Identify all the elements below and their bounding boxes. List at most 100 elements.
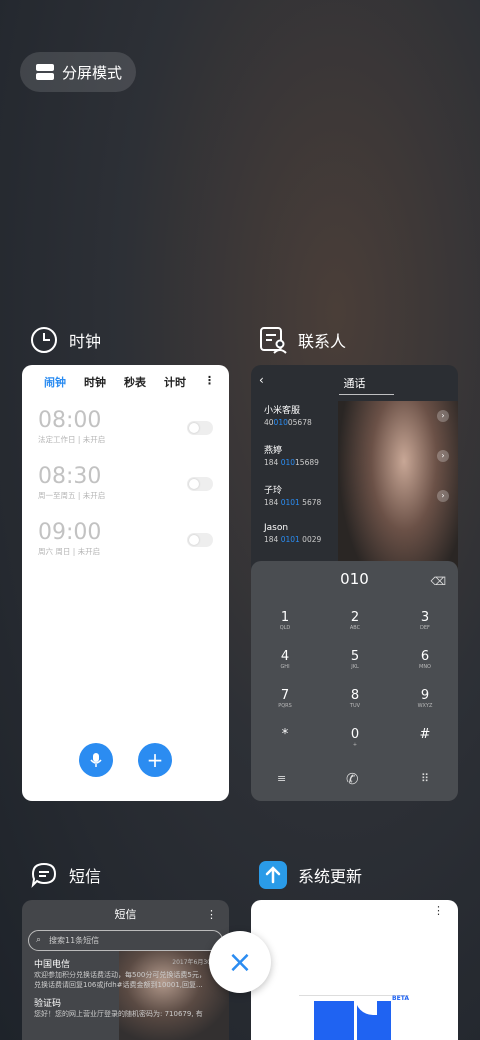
split-screen-label: 分屏模式	[62, 63, 123, 82]
dial-key[interactable]: *	[265, 728, 305, 742]
dial-key-digit: *	[281, 727, 289, 742]
dial-key[interactable]: 4 GHI	[265, 649, 305, 671]
dial-key[interactable]: 6 MNO	[405, 649, 445, 671]
app-header-update[interactable]: 系统更新	[258, 860, 362, 890]
dial-key[interactable]: 9 WXYZ	[405, 688, 445, 710]
chevron-right-icon[interactable]: ›	[437, 490, 449, 502]
number-part: 0029	[299, 535, 322, 544]
contacts-app-card[interactable]: ‹ 通话 小米客服 4001005678 › 燕婷 184 01015689 ›…	[251, 365, 458, 801]
number-part: 184	[264, 535, 281, 544]
call-icon[interactable]: ✆	[346, 770, 359, 788]
keypad-icon[interactable]: ⠿	[421, 772, 429, 785]
clock-app-card[interactable]: 闹钟 时钟 秒表 计时 ⋮ 08:00 法定工作日 | 未开启 08:30 周一…	[22, 365, 229, 801]
chevron-right-icon[interactable]: ›	[437, 410, 449, 422]
dial-key-digit: 9	[420, 688, 430, 703]
app-header-contacts[interactable]: 联系人	[258, 325, 346, 355]
dial-key[interactable]: 0 +	[335, 727, 375, 749]
search-placeholder: 搜索11条短信	[49, 936, 100, 945]
dialed-number: 010	[340, 570, 369, 588]
back-icon[interactable]: ‹	[259, 373, 264, 387]
clock-tabs: 闹钟 时钟 秒表 计时 ⋮	[22, 365, 229, 390]
plus-icon: +	[146, 748, 164, 772]
more-menu-icon[interactable]: ⋮	[433, 904, 444, 917]
more-menu-icon[interactable]: ⋮	[206, 900, 217, 930]
chevron-right-icon[interactable]: ›	[437, 450, 449, 462]
alarm-toggle[interactable]	[187, 477, 213, 491]
split-screen-button[interactable]: 分屏模式	[20, 52, 136, 92]
message-preview: 欢迎参加积分兑换话费活动，每500分可兑换话费5元，	[34, 971, 206, 979]
message-preview: 兑换话费请回复106或jfdh#话费金额到10001,回复...	[34, 981, 203, 989]
sms-app-card[interactable]: 短信 ⋮ ⌕ 搜索11条短信 中国电信 2017年6月30日 欢迎参加积分兑换话…	[22, 900, 229, 1040]
dial-key[interactable]: 2 ABC	[335, 611, 375, 632]
app-name-update: 系统更新	[298, 867, 363, 886]
message-item[interactable]: 验证码 您好！您的网上营业厅登录的随机密码为: 710679, 有	[22, 990, 229, 1019]
alarm-desc: 周六 周日 | 未开启	[38, 547, 101, 556]
contact-item[interactable]: 燕婷 184 01015689 ›	[251, 443, 458, 483]
sms-title: 短信	[114, 908, 137, 921]
backspace-icon[interactable]: ⌫	[430, 575, 446, 588]
number-part: 40	[264, 418, 274, 427]
more-menu-icon[interactable]: ⋮	[204, 374, 215, 390]
message-icon	[31, 862, 57, 888]
tab-stopwatch[interactable]: 秒表	[124, 374, 146, 390]
contact-item[interactable]: 子玲 184 0101 5678 ›	[251, 483, 458, 523]
close-icon: ×	[227, 944, 253, 980]
dial-key[interactable]: 3 DEF	[405, 610, 445, 632]
title-underline	[339, 394, 394, 395]
dial-key-letters: +	[352, 742, 358, 748]
add-alarm-button[interactable]: +	[138, 743, 172, 777]
system-update-app-card[interactable]: ⋮ BETA	[251, 900, 458, 1040]
logo-block	[314, 1001, 354, 1040]
contact-number: 4001005678	[264, 418, 458, 427]
contact-item[interactable]: 小米客服 4001005678 ›	[251, 403, 458, 443]
dial-key-digit: 0	[350, 727, 360, 742]
message-preview: 您好！您的网上营业厅登录的随机密码为: 710679, 有	[34, 1010, 203, 1018]
number-highlight: 010	[273, 418, 288, 427]
dial-key[interactable]: 1 QLD	[265, 610, 305, 632]
tab-clock[interactable]: 时钟	[84, 374, 106, 390]
contacts-title: 通话	[343, 377, 366, 390]
dial-key-letters: WXYZ	[417, 703, 433, 709]
contact-number: 184 01015689	[264, 458, 458, 467]
sms-topbar: 短信 ⋮	[22, 900, 229, 930]
app-header-clock[interactable]: 时钟	[29, 325, 101, 355]
dialpad: 010 ⌫ 1 QLD 2 ABC 3 DEF 4 GHI 5 JKL 6 MNO 7 PQRS 8 TUV 9…	[251, 561, 458, 801]
contact-number: 184 0101 5678	[264, 498, 458, 507]
app-header-sms[interactable]: 短信	[29, 860, 101, 890]
dial-key-digit: 3	[420, 610, 430, 625]
voice-alarm-button[interactable]	[79, 743, 113, 777]
dial-key-digit: 5	[350, 649, 360, 664]
alarm-item[interactable]: 08:00 法定工作日 | 未开启	[22, 408, 229, 464]
number-highlight: 0101	[280, 498, 300, 507]
number-part: 184	[264, 458, 281, 467]
dial-key[interactable]: 8 TUV	[335, 688, 375, 710]
tab-timer[interactable]: 计时	[164, 374, 186, 390]
dial-key-digit: 1	[280, 610, 290, 625]
contact-name: Jason	[264, 523, 289, 533]
dial-key-digit: 8	[350, 688, 360, 703]
clear-all-button[interactable]: ×	[209, 931, 271, 993]
contact-name: 子玲	[264, 486, 283, 496]
contact-item[interactable]: Jason 184 0101 0029	[251, 523, 458, 563]
system-update-icon	[259, 861, 287, 889]
dial-key-digit: 4	[280, 649, 290, 664]
dial-key-letters: JKL	[351, 664, 359, 670]
dial-key-letters: QLD	[279, 625, 291, 631]
alarm-item[interactable]: 08:30 周一至周五 | 未开启	[22, 464, 229, 520]
search-icon: ⌕	[36, 935, 42, 945]
message-item[interactable]: 中国电信 2017年6月30日 欢迎参加积分兑换话费活动，每500分可兑换话费5…	[22, 951, 229, 990]
dial-key-letters: ABC	[349, 625, 361, 631]
dial-key-digit: 6	[420, 649, 430, 664]
menu-icon[interactable]: ≡	[277, 772, 286, 785]
dial-key[interactable]: 7 PQRS	[265, 689, 305, 710]
sms-search-input[interactable]: ⌕ 搜索11条短信	[28, 930, 223, 951]
dial-key[interactable]: #	[405, 728, 445, 742]
contact-number: 184 0101 0029	[264, 535, 458, 544]
alarm-toggle[interactable]	[187, 533, 213, 547]
dial-key[interactable]: 5 JKL	[335, 649, 375, 671]
tab-alarm[interactable]: 闹钟	[44, 374, 66, 390]
message-sender: 验证码	[34, 999, 62, 1009]
number-part: 5678	[299, 498, 322, 507]
alarm-toggle[interactable]	[187, 421, 213, 435]
alarm-item[interactable]: 09:00 周六 周日 | 未开启	[22, 520, 229, 576]
